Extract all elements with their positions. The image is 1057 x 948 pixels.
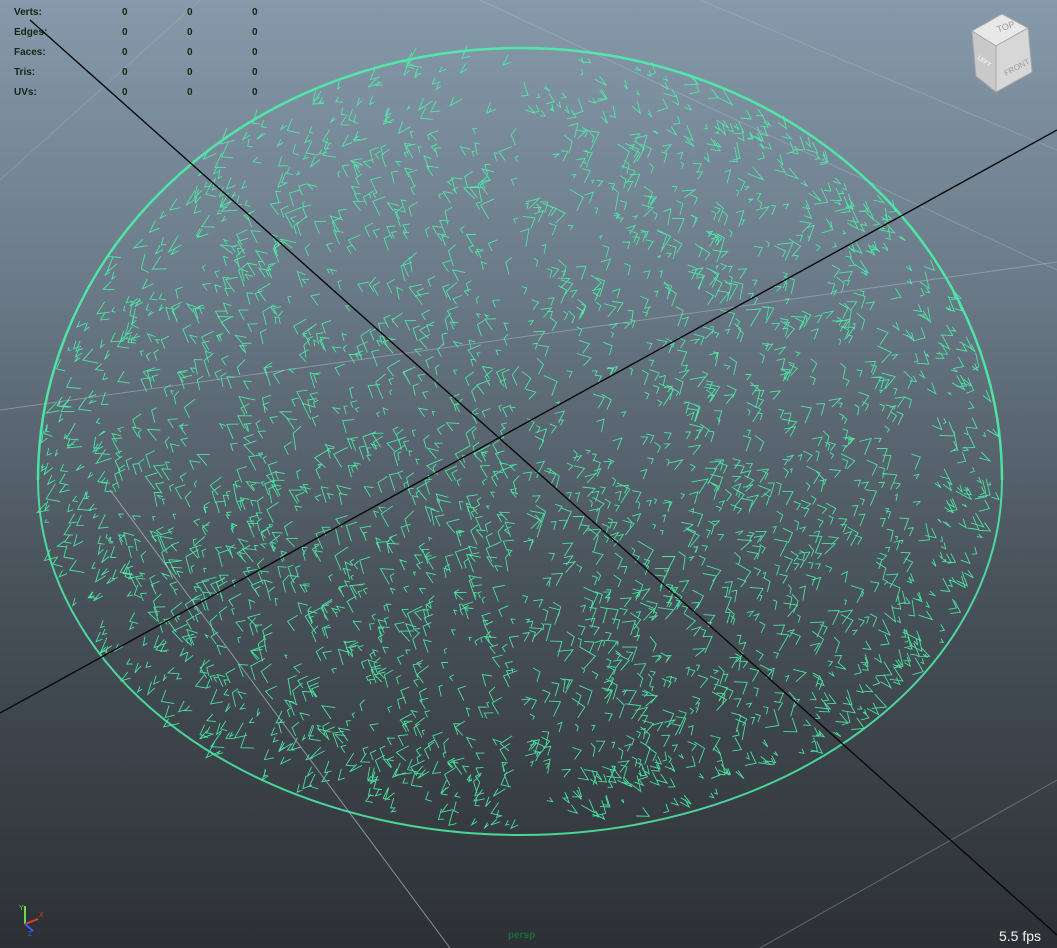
hud-value: 0 <box>122 86 128 98</box>
hud-value: 0 <box>187 26 193 38</box>
hud-row: Faces: 0 0 0 <box>14 42 309 62</box>
axis-z-label: Z <box>28 931 33 936</box>
axis-gizmo-icon: Y X Z <box>19 905 44 936</box>
hud-label: Verts: <box>14 6 42 18</box>
hud-value: 0 <box>187 6 193 18</box>
axis-x-line <box>24 918 39 925</box>
dome-wire-fragments <box>35 45 1000 830</box>
hud-row: UVs: 0 0 0 <box>14 82 309 102</box>
hud-value: 0 <box>187 66 193 78</box>
dome-wireframe[interactable] <box>35 45 1004 836</box>
fps-counter: 5.5 fps <box>998 928 1041 944</box>
grid-line <box>759 779 1057 948</box>
hud-value: 0 <box>122 66 128 78</box>
hud-row: Edges: 0 0 0 <box>14 22 309 42</box>
world-axes <box>0 19 1057 936</box>
hud-row: Verts: 0 0 0 <box>14 2 309 22</box>
ground-grid <box>0 0 1057 948</box>
hud-value: 0 <box>252 66 258 78</box>
perspective-viewport[interactable]: Verts: 0 0 0 Edges: 0 0 0 Faces: 0 0 0 Tris: 0 0 0 UVs: 0… <box>0 0 1057 948</box>
view-cube-icon[interactable]: TOP FRONT LEFT <box>964 14 1044 96</box>
heads-up-display: Verts: 0 0 0 Edges: 0 0 0 Faces: 0 0 0 Tris: 0 0 0 UVs: 0… <box>14 2 309 102</box>
hud-label: UVs: <box>14 86 37 98</box>
axis-y-label: Y <box>19 905 24 912</box>
hud-label: Tris: <box>14 66 36 78</box>
world-axis-line <box>29 19 1057 936</box>
axis-x-label: X <box>39 912 44 919</box>
hud-row: Tris: 0 0 0 <box>14 62 309 82</box>
hud-label: Faces: <box>14 46 46 58</box>
grid-line <box>0 261 1057 411</box>
hud-value: 0 <box>252 46 258 58</box>
hud-value: 0 <box>122 46 128 58</box>
hud-label: Edges: <box>14 26 48 38</box>
hud-value: 0 <box>252 86 258 98</box>
scene-canvas[interactable] <box>0 0 1057 948</box>
hud-value: 0 <box>187 86 193 98</box>
hud-value: 0 <box>252 6 258 18</box>
axis-z-line <box>24 923 34 932</box>
hud-value: 0 <box>122 26 128 38</box>
camera-name-label: persp <box>508 930 536 941</box>
hud-value: 0 <box>122 6 128 18</box>
hud-value: 0 <box>252 26 258 38</box>
hud-value: 0 <box>187 46 193 58</box>
